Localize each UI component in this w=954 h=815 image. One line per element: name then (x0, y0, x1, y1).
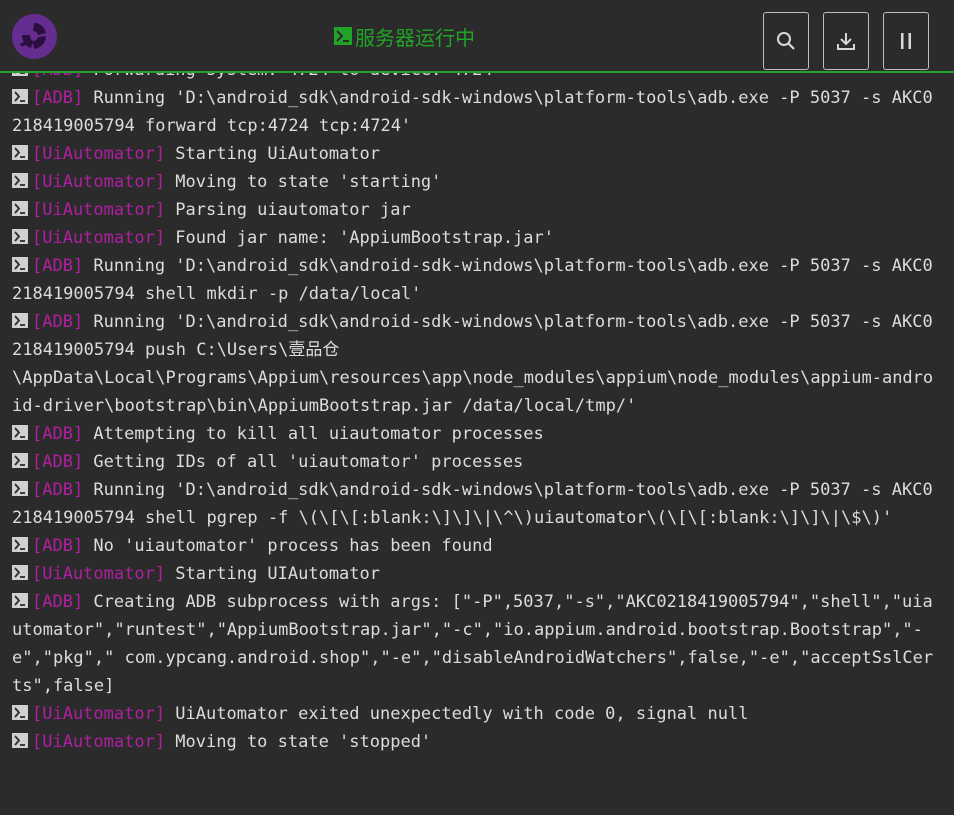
log-entry-message: No 'uiautomator' process has been found (83, 536, 493, 556)
terminal-icon (12, 481, 28, 496)
terminal-icon (12, 705, 28, 720)
log-entry: [UiAutomator] Starting UiAutomator (12, 140, 936, 168)
log-entry-message: Attempting to kill all uiautomator proce… (83, 424, 544, 444)
search-button[interactable] (763, 12, 809, 70)
search-icon (776, 31, 796, 51)
download-icon (836, 31, 856, 51)
log-entry: [UiAutomator] Parsing uiautomator jar (12, 196, 936, 224)
log-entry-message: Running 'D:\android_sdk\android-sdk-wind… (12, 88, 933, 136)
log-entry-message: UiAutomator exited unexpectedly with cod… (165, 704, 749, 724)
log-entry: [UiAutomator] Found jar name: 'AppiumBoo… (12, 224, 936, 252)
terminal-icon (12, 425, 28, 440)
log-entry: [UiAutomator] Starting UIAutomator (12, 560, 936, 588)
terminal-icon (334, 27, 352, 45)
log-entry: [ADB] No 'uiautomator' process has been … (12, 532, 936, 560)
log-entry: [UiAutomator] Moving to state 'starting' (12, 168, 936, 196)
log-entry-message: Moving to state 'starting' (165, 172, 442, 192)
log-entry: [UiAutomator] Moving to state 'stopped' (12, 728, 936, 756)
log-entry-tag: [UiAutomator] (32, 200, 166, 220)
pause-icon (899, 32, 913, 50)
log-entry-message: Running 'D:\android_sdk\android-sdk-wind… (12, 256, 933, 304)
log-entry-message: Running 'D:\android_sdk\android-sdk-wind… (12, 312, 934, 416)
log-entry-tag: [ADB] (32, 88, 84, 108)
log-entry-tag: [ADB] (32, 424, 84, 444)
download-button[interactable] (823, 12, 869, 70)
log-entry-tag: [ADB] (32, 312, 84, 332)
log-entry: [ADB] Getting IDs of all 'uiautomator' p… (12, 448, 936, 476)
app-header: 服务器运行中 (0, 0, 954, 73)
log-entry: [ADB] Running 'D:\android_sdk\android-sd… (12, 252, 936, 308)
log-entry: [ADB] Attempting to kill all uiautomator… (12, 420, 936, 448)
log-entry-tag: [ADB] (32, 592, 84, 612)
log-entry-tag: [UiAutomator] (32, 228, 166, 248)
log-entry-message: Parsing uiautomator jar (165, 200, 411, 220)
log-entry-message: Found jar name: 'AppiumBootstrap.jar' (165, 228, 554, 248)
log-entry-message: Moving to state 'stopped' (165, 732, 432, 752)
log-lines: [ADB] Forwarding system: 4724 to device:… (0, 56, 954, 756)
log-entry-message: Starting UIAutomator (165, 564, 380, 584)
log-output[interactable]: [ADB] Forwarding system: 4724 to device:… (0, 56, 954, 815)
log-entry-tag: [ADB] (32, 536, 84, 556)
terminal-icon (12, 537, 28, 552)
terminal-icon (12, 173, 28, 188)
terminal-icon (12, 313, 28, 328)
terminal-icon (12, 565, 28, 580)
terminal-icon (12, 229, 28, 244)
log-entry-tag: [UiAutomator] (32, 144, 166, 164)
pause-button[interactable] (883, 12, 929, 70)
server-status: 服务器运行中 (334, 22, 475, 50)
log-entry: [ADB] Running 'D:\android_sdk\android-sd… (12, 84, 936, 140)
log-entry: [ADB] Running 'D:\android_sdk\android-sd… (12, 476, 936, 532)
terminal-icon (12, 593, 28, 608)
terminal-icon (12, 257, 28, 272)
server-status-text: 服务器运行中 (355, 25, 475, 50)
appium-logo (12, 14, 57, 59)
log-entry-message: Creating ADB subprocess with args: ["-P"… (12, 592, 934, 696)
log-entry-tag: [ADB] (32, 452, 84, 472)
terminal-icon (12, 453, 28, 468)
terminal-icon (12, 201, 28, 216)
terminal-icon (12, 89, 28, 104)
log-entry: [UiAutomator] UiAutomator exited unexpec… (12, 700, 936, 728)
log-entry-tag: [ADB] (32, 256, 84, 276)
log-entry-tag: [UiAutomator] (32, 704, 166, 724)
log-entry-message: Getting IDs of all 'uiautomator' process… (83, 452, 524, 472)
log-entry-message: Starting UiAutomator (165, 144, 380, 164)
log-entry-tag: [UiAutomator] (32, 732, 166, 752)
log-entry-tag: [ADB] (32, 480, 84, 500)
terminal-icon (12, 145, 28, 160)
log-entry-tag: [UiAutomator] (32, 564, 166, 584)
log-entry: [ADB] Creating ADB subprocess with args:… (12, 588, 936, 700)
log-entry: [ADB] Running 'D:\android_sdk\android-sd… (12, 308, 936, 420)
terminal-icon (12, 733, 28, 748)
log-entry-message: Running 'D:\android_sdk\android-sdk-wind… (12, 480, 933, 528)
log-entry-tag: [UiAutomator] (32, 172, 166, 192)
